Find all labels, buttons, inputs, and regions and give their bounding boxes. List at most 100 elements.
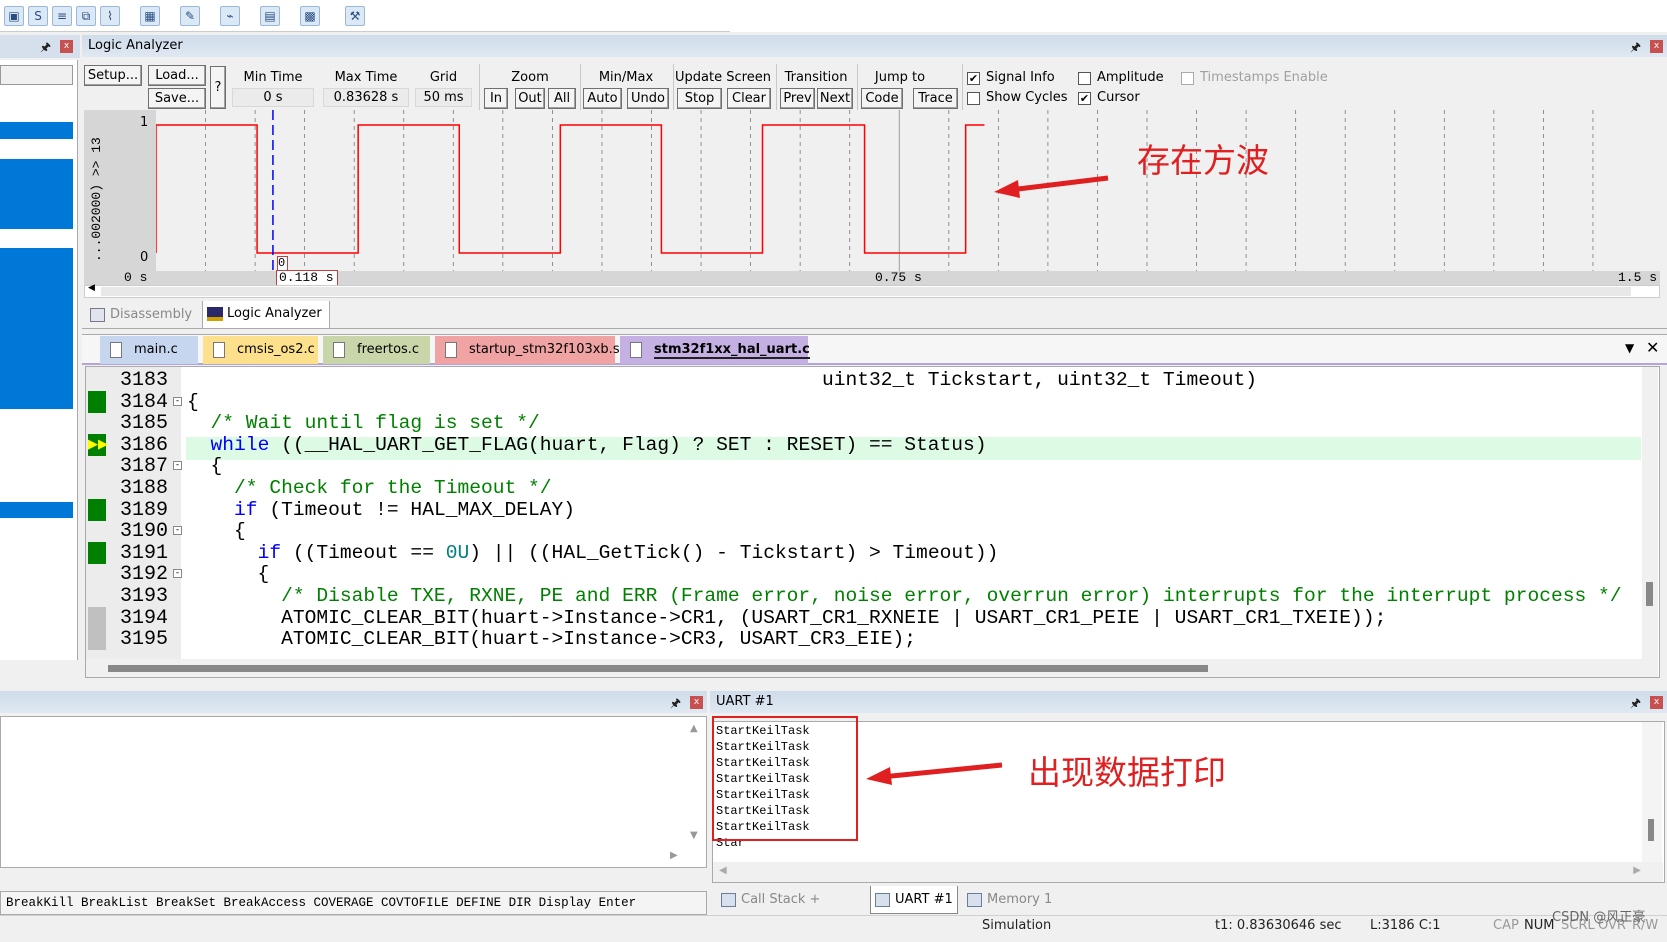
line-number: 3189 [119, 498, 168, 522]
debug-window-icon[interactable]: ▣ [4, 6, 24, 26]
code-line[interactable]: /* Wait until flag is set */ [187, 412, 540, 435]
code-line[interactable]: /* Check for the Timeout */ [187, 477, 551, 500]
fold-toggle-icon[interactable]: - [173, 461, 182, 471]
file-tab[interactable]: stm32f1xx_hal_uart.c [620, 336, 810, 364]
min-time-value: 0 s [232, 88, 314, 107]
project-selection[interactable] [0, 159, 73, 229]
code-line[interactable]: ATOMIC_CLEAR_BIT(huart->Instance->CR1, (… [187, 607, 1386, 630]
signal-info-checkbox[interactable]: ✔ [967, 72, 980, 85]
analysis-icon[interactable]: ⌇ [100, 6, 120, 26]
jump-trace-button[interactable]: Trace [913, 88, 958, 109]
coverage-marker [88, 606, 106, 629]
code-line[interactable]: ATOMIC_CLEAR_BIT(huart->Instance->CR3, U… [187, 628, 916, 651]
help-button[interactable]: ? [210, 66, 226, 109]
show-cycles-checkbox[interactable] [967, 92, 980, 105]
zoom-out-button[interactable]: Out [515, 88, 545, 109]
close-icon[interactable]: x [1650, 696, 1663, 709]
divider [776, 64, 777, 110]
close-file-icon[interactable]: ✕ [1646, 338, 1659, 357]
clear-button[interactable]: Clear [727, 88, 771, 109]
watch-icon[interactable]: ▦ [140, 6, 160, 26]
vertical-scrollbar[interactable] [1645, 110, 1660, 271]
axis-mid-label: 0.75 s [875, 270, 922, 285]
zoom-in-button[interactable]: In [484, 88, 508, 109]
code-line[interactable]: { [187, 563, 270, 586]
close-icon[interactable]: x [690, 696, 703, 709]
code-line[interactable]: { [187, 391, 199, 414]
code-vertical-scrollbar[interactable] [1642, 367, 1658, 659]
horizontal-scrollbar[interactable]: ◀ [84, 283, 1660, 298]
prev-button[interactable]: Prev [780, 88, 815, 109]
pin-icon[interactable]: 🖈 [670, 694, 681, 715]
code-line[interactable]: while ((__HAL_UART_GET_FLAG(huart, Flag)… [187, 434, 987, 457]
file-tab-label: cmsis_os2.c [237, 342, 315, 357]
amplitude-checkbox[interactable] [1078, 72, 1091, 85]
stop-button[interactable]: Stop [677, 88, 722, 109]
line-number: 3188 [119, 477, 168, 500]
code-line[interactable]: { [187, 455, 223, 478]
jump-code-button[interactable]: Code [861, 88, 903, 109]
save-button[interactable]: Save... [148, 88, 206, 109]
uart-vertical-scrollbar[interactable] [1642, 722, 1662, 862]
pin-icon[interactable]: 🖈 [40, 38, 51, 59]
file-tab[interactable]: cmsis_os2.c [203, 336, 318, 364]
cursor-checkbox[interactable]: ✔ [1078, 92, 1091, 105]
tools-icon[interactable]: ⚒ [345, 6, 365, 26]
pin-icon[interactable]: 🖈 [1630, 694, 1641, 715]
scroll-down-icon[interactable]: ▼ [690, 830, 698, 841]
memory-icon[interactable]: ⧉ [76, 6, 96, 26]
timestamps-checkbox[interactable] [1181, 72, 1194, 85]
tab-logic-analyzer[interactable]: Logic Analyzer [202, 301, 330, 329]
zoom-all-button[interactable]: All [548, 88, 576, 109]
pin-icon[interactable]: 🖈 [1630, 38, 1641, 59]
registers-icon[interactable]: ≡ [52, 6, 72, 26]
auto-button[interactable]: Auto [583, 88, 622, 109]
line-number: 3185 [119, 412, 168, 436]
bottom-tab[interactable]: UART #1 [870, 886, 958, 914]
close-icon[interactable]: x [60, 40, 73, 53]
fold-toggle-icon[interactable]: - [173, 396, 182, 406]
project-selection[interactable] [0, 122, 73, 139]
uart-horizontal-scrollbar[interactable]: ◀ ▶ [713, 862, 1663, 882]
line-number: 3190 [119, 520, 168, 544]
undo-button[interactable]: Undo [627, 88, 669, 109]
coverage-marker [88, 628, 106, 651]
next-button[interactable]: Next [817, 88, 853, 109]
trace-icon[interactable]: ✎ [180, 6, 200, 26]
signal-name[interactable]: ...002000) >> 13 [89, 112, 104, 262]
fold-toggle-icon[interactable]: - [173, 526, 182, 536]
bottom-tab-label: UART #1 [895, 892, 953, 907]
annotation-arrow-icon [994, 175, 1109, 198]
file-tab[interactable]: freertos.c [323, 336, 430, 364]
line-number: 3186 [119, 433, 168, 457]
bottom-tab[interactable]: Memory 1 [963, 886, 1060, 914]
code-horizontal-scrollbar[interactable] [86, 659, 1658, 677]
load-button[interactable]: Load... [148, 65, 206, 86]
code-line[interactable]: if ((Timeout == 0U) || ((HAL_GetTick() -… [187, 542, 999, 565]
serial-window-icon[interactable]: S [28, 6, 48, 26]
fold-toggle-icon[interactable]: - [173, 569, 182, 579]
code-line[interactable]: uint32_t Tickstart, uint32_t Timeout) [187, 369, 1257, 392]
scroll-right-icon[interactable]: ▶ [670, 850, 678, 861]
tab-disassembly[interactable]: Disassembly [88, 302, 200, 328]
line-number: 3193 [119, 585, 168, 608]
system-viewer-icon[interactable]: ▤ [260, 6, 280, 26]
scroll-up-icon[interactable]: ▲ [690, 723, 698, 734]
setup-button[interactable]: Setup... [84, 65, 142, 86]
command-input[interactable]: BreakKill BreakList BreakSet BreakAccess… [0, 891, 707, 915]
file-tab[interactable]: main.c [100, 336, 198, 364]
status-position: L:3186 C:1 [1370, 918, 1441, 933]
code-line[interactable]: { [187, 520, 246, 543]
waveform-plot[interactable] [156, 110, 1645, 271]
tab-list-dropdown-icon[interactable]: ▼ [1625, 341, 1634, 355]
command-output[interactable] [0, 716, 707, 868]
code-line[interactable]: /* Disable TXE, RXNE, PE and ERR (Frame … [187, 585, 1621, 608]
bottom-tab[interactable]: Call Stack + Locals [717, 886, 858, 935]
logic-analyzer-title: Logic Analyzer [88, 38, 183, 53]
close-icon[interactable]: x [1650, 40, 1663, 53]
file-icon [445, 342, 457, 358]
logic-analyzer-icon[interactable]: ⌁ [220, 6, 240, 26]
file-tab[interactable]: startup_stm32f103xb.s [435, 336, 620, 364]
toolbox-icon[interactable]: ▩ [300, 6, 320, 26]
code-line[interactable]: if (Timeout != HAL_MAX_DELAY) [187, 499, 575, 522]
